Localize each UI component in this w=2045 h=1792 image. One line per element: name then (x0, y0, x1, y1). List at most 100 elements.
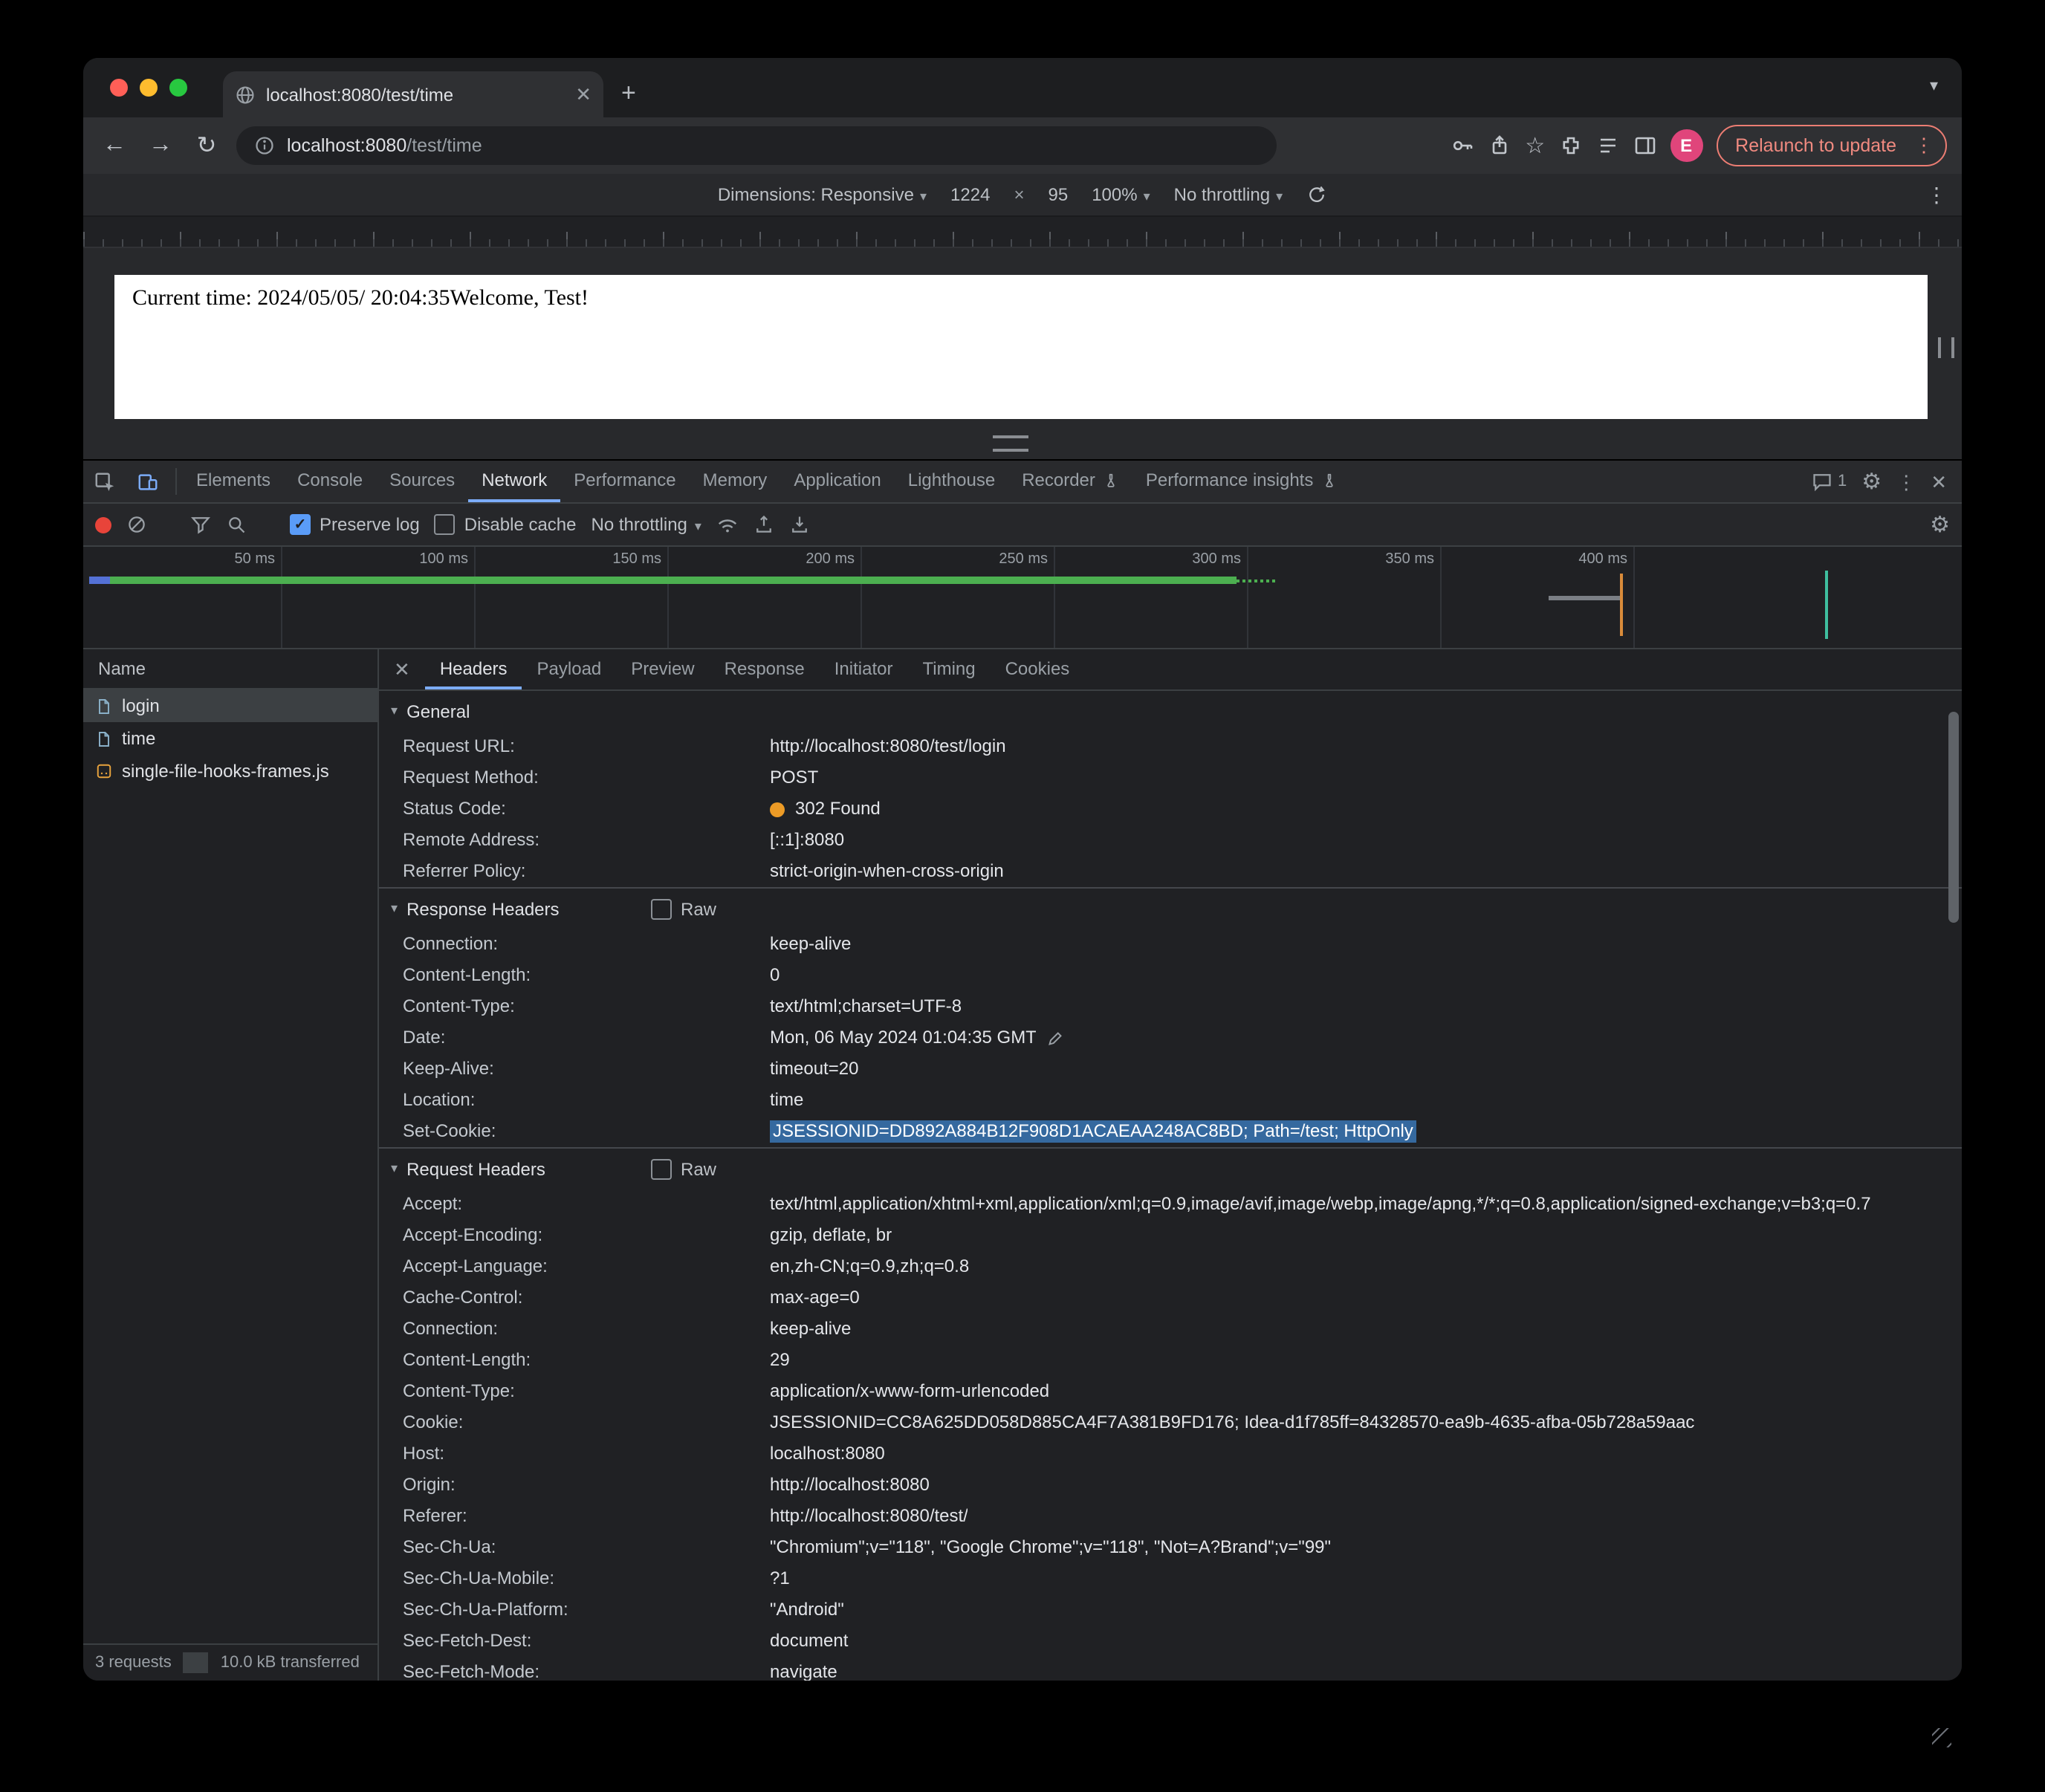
inspect-element-icon[interactable] (83, 461, 126, 502)
detail-scrollbar[interactable] (1947, 691, 1960, 1681)
checkbox-unchecked-icon (651, 1158, 672, 1179)
devtools-kebab-icon[interactable]: ⋮ (1896, 472, 1916, 491)
scrollbar-thumb[interactable] (1948, 712, 1959, 923)
page-viewport[interactable]: Current time: 2024/05/05/ 20:04:35Welcom… (114, 275, 1928, 419)
devtools-tab-label: Lighthouse (907, 470, 996, 490)
requests-count: 3 requests (95, 1654, 172, 1672)
tab-close-icon[interactable]: ✕ (575, 82, 592, 106)
close-detail-icon[interactable]: ✕ (379, 649, 425, 689)
edit-pencil-icon[interactable] (1047, 1029, 1065, 1047)
devtools-tab[interactable]: Memory (690, 461, 781, 502)
traffic-lights (110, 79, 187, 97)
waterfall-bar-segment-blue (89, 577, 110, 584)
search-icon[interactable] (226, 514, 247, 535)
record-network-log-button[interactable] (95, 516, 111, 533)
browser-menu-kebab-icon[interactable]: ⋮ (1908, 134, 1939, 158)
request-row[interactable]: time (83, 722, 377, 755)
resize-grip-icon[interactable] (1932, 1728, 1951, 1747)
back-button[interactable]: ← (98, 132, 131, 159)
viewport-height-input[interactable]: 95 (1048, 184, 1068, 205)
site-info-icon[interactable] (254, 135, 275, 156)
network-throttling-select[interactable]: No throttling ▾ (592, 514, 701, 535)
detail-tab[interactable]: Preview (616, 649, 709, 689)
header-row: Content-Type: text/html;charset=UTF-8 (379, 991, 1962, 1022)
share-icon[interactable] (1488, 134, 1511, 158)
issues-chat-icon[interactable] (1811, 471, 1832, 492)
devtools-tab[interactable]: Network (468, 461, 561, 502)
close-window-button[interactable] (110, 79, 128, 97)
header-row: Remote Address: [::1]:8080 (379, 825, 1962, 856)
device-toolbar-kebab-icon[interactable]: ⋮ (1926, 182, 1947, 207)
network-conditions-icon[interactable] (716, 513, 739, 536)
password-key-icon[interactable] (1451, 134, 1474, 158)
header-value: "Android" (770, 1599, 844, 1620)
header-name: Origin: (403, 1474, 456, 1495)
reading-list-icon[interactable] (1595, 134, 1619, 158)
preserve-log-checkbox[interactable]: ✓ Preserve log (290, 514, 420, 535)
viewport-width-input[interactable]: 1224 (950, 184, 990, 205)
extensions-puzzle-icon[interactable] (1558, 134, 1582, 158)
export-har-icon[interactable] (789, 514, 810, 535)
network-summary-bar: 3 requests 10.0 kB transferred (83, 1643, 377, 1681)
devtools-tab[interactable]: Sources (376, 461, 468, 502)
bookmark-star-icon[interactable]: ☆ (1525, 134, 1545, 157)
header-name: Sec-Ch-Ua: (403, 1536, 496, 1557)
clear-network-log-icon[interactable] (126, 514, 147, 535)
detail-tab[interactable]: Cookies (991, 649, 1085, 689)
detail-tab[interactable]: Payload (522, 649, 617, 689)
profile-avatar[interactable]: E (1670, 129, 1703, 162)
devtools-tab[interactable]: Console (284, 461, 376, 502)
viewport-width-resize-handle[interactable] (1938, 337, 1954, 358)
detail-tab[interactable]: Headers (424, 649, 522, 689)
address-bar[interactable]: localhost:8080/test/time (236, 126, 1277, 165)
request-list-header[interactable]: Name (83, 649, 377, 689)
device-toolbar-toggle-icon[interactable] (126, 461, 169, 502)
tab-search-chevron-icon[interactable]: ▾ (1930, 76, 1938, 95)
response-headers-section-header[interactable]: ▾ Response Headers Raw (379, 889, 1962, 929)
devtools-settings-gear-icon[interactable]: ⚙ (1861, 470, 1882, 493)
side-panel-icon[interactable] (1633, 134, 1656, 158)
devtools-tab[interactable]: Recorder (1008, 461, 1132, 502)
dimensions-select[interactable]: Dimensions: Responsive ▾ (718, 184, 927, 205)
devtools-tab-label: Console (297, 470, 363, 490)
throttle-select[interactable]: No throttling ▾ (1174, 184, 1283, 205)
devtools-close-icon[interactable]: ✕ (1931, 472, 1947, 491)
relaunch-to-update-button[interactable]: Relaunch to update ⋮ (1716, 125, 1947, 166)
filter-funnel-icon[interactable] (190, 514, 211, 535)
devtools-tab[interactable]: Performance insights (1132, 461, 1350, 502)
reload-button[interactable]: ↻ (190, 131, 223, 160)
network-settings-gear-icon[interactable]: ⚙ (1930, 513, 1950, 536)
disable-cache-checkbox[interactable]: Disable cache (434, 514, 577, 535)
import-har-icon[interactable] (753, 514, 774, 535)
checkbox-unchecked-icon (434, 514, 456, 535)
request-raw-checkbox[interactable]: Raw (651, 1158, 716, 1179)
dimensions-times-label: × (1014, 184, 1025, 205)
devtools-tab[interactable]: Elements (183, 461, 284, 502)
general-section-header[interactable]: ▾ General (379, 691, 1962, 731)
minimize-window-button[interactable] (140, 79, 158, 97)
forward-button[interactable]: → (144, 132, 177, 159)
detail-tab[interactable]: Timing (907, 649, 990, 689)
detail-tab[interactable]: Response (710, 649, 820, 689)
header-row: Sec-Fetch-Mode: navigate (379, 1657, 1962, 1681)
request-row[interactable]: single-file-hooks-frames.js (83, 755, 377, 788)
header-row: Cache-Control: max-age=0 (379, 1282, 1962, 1314)
browser-tab[interactable]: localhost:8080/test/time ✕ (223, 71, 603, 117)
devtools-tab[interactable]: Application (780, 461, 894, 502)
response-raw-checkbox[interactable]: Raw (651, 898, 716, 919)
rotate-viewport-icon[interactable] (1306, 184, 1327, 205)
header-value: text/html;charset=UTF-8 (770, 996, 962, 1016)
timeline-tick-label: 50 ms (89, 547, 282, 648)
network-overview-timeline[interactable]: 50 ms 100 ms 150 ms 200 ms 250 ms 300 ms 350 m… (83, 547, 1962, 649)
new-tab-button[interactable]: + (621, 79, 636, 108)
header-row: Sec-Fetch-Dest: document (379, 1626, 1962, 1657)
request-row[interactable]: login (83, 689, 377, 722)
header-name: Referrer Policy: (403, 860, 526, 881)
zoom-select[interactable]: 100% ▾ (1092, 184, 1150, 205)
devtools-tab[interactable]: Performance (560, 461, 689, 502)
viewport-height-resize-handle[interactable] (993, 435, 1028, 452)
maximize-window-button[interactable] (169, 79, 187, 97)
devtools-tab[interactable]: Lighthouse (895, 461, 1008, 502)
detail-tab[interactable]: Initiator (820, 649, 908, 689)
request-headers-section-header[interactable]: ▾ Request Headers Raw (379, 1149, 1962, 1189)
